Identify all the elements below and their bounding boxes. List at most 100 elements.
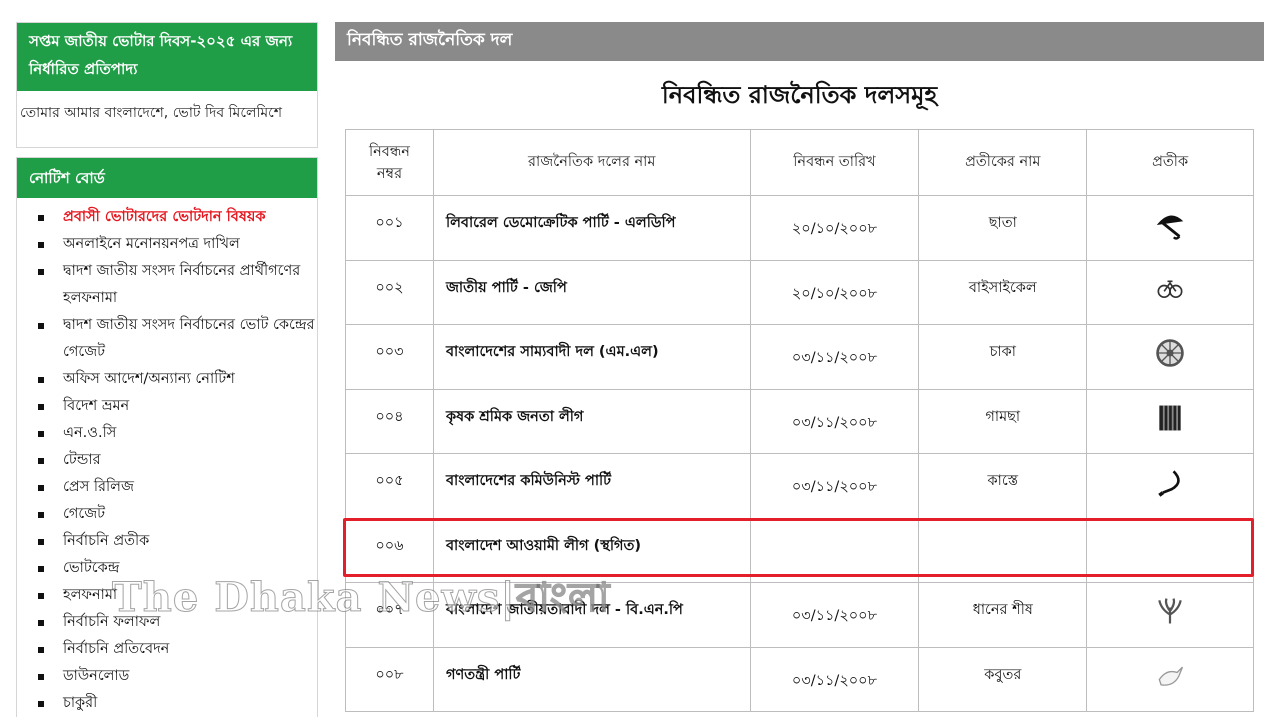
notice-link[interactable]: বিদেশ ভ্রমন [63,398,129,414]
row-symbol-image [1086,259,1254,325]
notice-item[interactable]: গেজেট [37,501,317,528]
row-party-name: লিবারেল ডেমোক্রেটিক পার্টি - এলডিপি [432,195,751,261]
table-row: ০০২ জাতীয় পার্টি - জেপি ২০/১০/২০০৮ বাইসাইক… [345,259,1254,325]
section-header: নিবন্ধিত রাজনৈতিক দল [335,22,1264,61]
bullet-icon [38,647,44,653]
table-row: ০০৮ গণতন্ত্রী পার্টি ০৩/১১/২০০৮ কবুতর [345,646,1254,712]
row-symbol-image [1086,582,1254,648]
row-symbol-name [918,517,1088,583]
notice-list: প্রবাসী ভোটারদের ভোটদান বিষয়ক অনলাইনে মন… [17,198,317,717]
bullet-icon [38,674,44,680]
bullet-icon [38,377,44,383]
row-symbol-name: কাস্তে [918,453,1088,519]
row-registration-date [749,517,920,583]
notice-link[interactable]: দ্বাদশ জাতীয় সংসদ নির্বাচনের ভোট কেন্দ্… [63,317,315,360]
row-registration-date: ০৩/১১/২০০৮ [749,388,920,454]
notice-link[interactable]: প্রেস রিলিজ [63,479,134,495]
watermark: The Dhaka News|বাংলা [111,574,611,622]
voter-day-banner: সপ্তম জাতীয় ভোটার দিবস-২০২৫ এর জন্য নির… [16,22,318,148]
row-registration-date: ০৩/১১/২০০৮ [749,646,920,712]
col-header-no-label: নিবন্ধন নম্বর [368,143,410,182]
row-symbol-name: ধানের শীষ [918,582,1088,648]
notice-link[interactable]: দ্বাদশ জাতীয় সংসদ নির্বাচনের প্রার্থীগণ… [63,263,300,306]
notice-item[interactable]: এন.ও.সি [37,420,317,447]
table-row: ০০৩ বাংলাদেশের সাম্যবাদী দল (এম.এল) ০৩/১১/… [345,324,1254,390]
main-content: নিবন্ধিত রাজনৈতিক দল নিবন্ধিত রাজনৈতিক দ… [335,22,1264,712]
row-party-name: গণতন্ত্রী পার্টি [432,646,751,712]
row-number: ০০৪ [345,388,434,454]
paddy-sheaf-icon [1152,595,1188,631]
notice-item[interactable]: দ্বাদশ জাতীয় সংসদ নির্বাচনের ভোট কেন্দ্… [37,312,317,366]
notice-link[interactable]: নির্বাচনি প্রতীক [63,533,149,549]
notice-item[interactable]: টেন্ডার [37,447,317,474]
col-header-date: নিবন্ধন তারিখ [749,129,920,196]
row-symbol-name: চাকা [918,324,1088,390]
col-header-name: রাজনৈতিক দলের নাম [432,129,751,196]
notice-link[interactable]: গেজেট [63,506,105,522]
row-number: ০০৫ [345,453,434,519]
row-registration-date: ০৩/১১/২০০৮ [749,453,920,519]
voter-day-banner-title: সপ্তম জাতীয় ভোটার দিবস-২০২৫ এর জন্য নির… [17,23,317,91]
bullet-icon [38,404,44,410]
notice-item[interactable]: দ্বাদশ জাতীয় সংসদ নির্বাচনের প্রার্থীগণ… [37,258,317,312]
row-symbol-name: গামছা [918,388,1088,454]
notice-link[interactable]: চাকুরী [63,695,97,711]
col-header-symbol: প্রতীক [1086,129,1254,196]
row-symbol-image [1086,324,1254,390]
row-party-name: কৃষক শ্রমিক জনতা লীগ [432,388,751,454]
row-symbol-name: কবুতর [918,646,1088,712]
row-registration-date: ২০/১০/২০০৮ [749,259,920,325]
umbrella-icon [1152,208,1188,244]
row-symbol-image [1086,453,1254,519]
col-header-symbol-name: প্রতীকের নাম [918,129,1088,196]
table-header-row: নিবন্ধন নম্বর রাজনৈতিক দলের নাম নিবন্ধন … [345,129,1254,196]
notice-board: নোটিশ বোর্ড প্রবাসী ভোটারদের ভোটদান বিষয… [16,157,318,717]
notice-link[interactable]: অনলাইনে মনোনয়নপত্র দাখিল [63,236,240,252]
col-header-no: নিবন্ধন নম্বর [345,129,434,196]
notice-item[interactable]: প্রেস রিলিজ [37,474,317,501]
row-symbol-image [1086,646,1254,712]
row-number: ০০১ [345,195,434,261]
row-number: ০০৮ [345,646,434,712]
notice-link[interactable]: টেন্ডার [63,452,101,468]
notice-link[interactable]: প্রবাসী ভোটারদের ভোটদান বিষয়ক [63,209,266,225]
notice-link[interactable]: নির্বাচনি প্রতিবেদন [63,641,169,657]
row-symbol-image [1086,388,1254,454]
bullet-icon [38,701,44,707]
notice-link[interactable]: ডাউনলোড [63,668,129,684]
towel-icon [1152,402,1188,438]
bullet-icon [38,485,44,491]
row-symbol-image [1086,517,1254,583]
bullet-icon [38,269,44,275]
notice-item[interactable]: নির্বাচনি প্রতিবেদন [37,636,317,663]
bullet-icon [38,215,44,221]
page-title: নিবন্ধিত রাজনৈতিক দলসমূহ [661,81,938,109]
pigeon-icon [1152,660,1188,696]
voter-day-slogan: তোমার আমার বাংলাদেশে, ভোট দিব মিলেমিশে [20,105,283,121]
notice-item[interactable]: অনলাইনে মনোনয়নপত্র দাখিল [37,231,317,258]
notice-board-title: নোটিশ বোর্ড [17,158,317,198]
notice-item[interactable]: প্রবাসী ভোটারদের ভোটদান বিষয়ক [37,204,317,231]
row-symbol-image [1086,195,1254,261]
bullet-icon [38,512,44,518]
notice-link[interactable]: অফিস আদেশ/অন্যান্য নোটিশ [63,371,235,387]
row-number: ০০২ [345,259,434,325]
notice-item[interactable]: চাকুরী [37,690,317,717]
row-party-name: বাংলাদেশের কমিউনিস্ট পার্টি [432,453,751,519]
bullet-icon [38,539,44,545]
row-symbol-name: বাইসাইকেল [918,259,1088,325]
table-row: ০০১ লিবারেল ডেমোক্রেটিক পার্টি - এলডিপি ২০… [345,195,1254,261]
row-party-name: জাতীয় পার্টি - জেপি [432,259,751,325]
row-registration-date: ০৩/১১/২০০৮ [749,324,920,390]
notice-item[interactable]: নির্বাচনি প্রতীক [37,528,317,555]
bullet-icon [38,458,44,464]
bullet-icon [38,620,44,626]
notice-link[interactable]: হলফনামা [63,587,117,603]
row-registration-date: ২০/১০/২০০৮ [749,195,920,261]
notice-item[interactable]: অফিস আদেশ/অন্যান্য নোটিশ [37,366,317,393]
row-party-name: বাংলাদেশের সাম্যবাদী দল (এম.এল) [432,324,751,390]
row-registration-date: ০৩/১১/২০০৮ [749,582,920,648]
notice-item[interactable]: বিদেশ ভ্রমন [37,393,317,420]
notice-item[interactable]: ডাউনলোড [37,663,317,690]
notice-link[interactable]: এন.ও.সি [63,425,116,441]
